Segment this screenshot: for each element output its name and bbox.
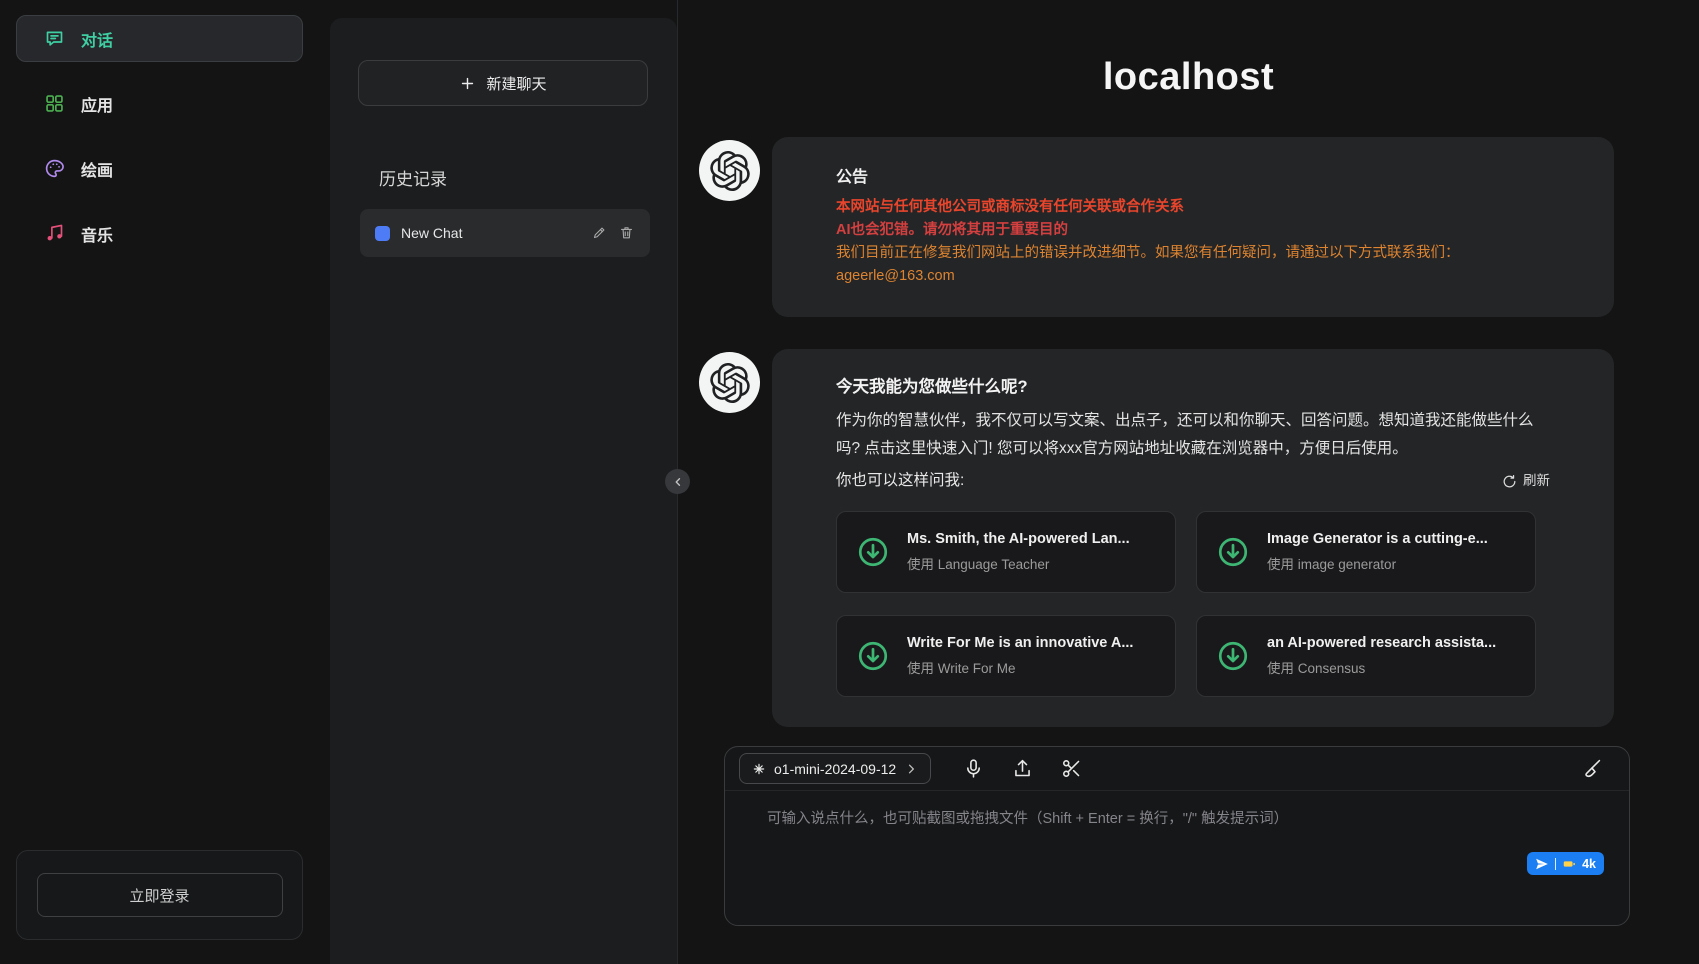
- clear-context-button[interactable]: [1579, 757, 1603, 781]
- model-name: o1-mini-2024-09-12: [774, 761, 896, 777]
- composer-toolbar: o1-mini-2024-09-12: [725, 747, 1629, 791]
- suggestion-subtitle: 使用 Consensus: [1267, 657, 1496, 677]
- new-chat-button[interactable]: 新建聊天: [358, 60, 648, 106]
- sidebar: 对话 应用 绘画 音乐 立即登录: [0, 0, 330, 964]
- suggestion-title: Image Generator is a cutting-e...: [1267, 531, 1488, 547]
- app-window: 对话 应用 绘画 音乐 立即登录: [0, 0, 1699, 964]
- scissors-icon: [1061, 758, 1082, 779]
- sparkle-icon: [752, 762, 766, 776]
- suggestion-title: Write For Me is an innovative A...: [907, 635, 1133, 651]
- microphone-button[interactable]: [961, 757, 985, 781]
- announcement-line-2: AI也会犯错。请勿将其用于重要目的: [836, 219, 1550, 242]
- suggestion-title: an AI-powered research assista...: [1267, 635, 1496, 651]
- sidebar-item-label: 绘画: [81, 157, 113, 181]
- suggestion-grid: Ms. Smith, the AI-powered Lan... 使用 Lang…: [836, 511, 1550, 697]
- music-note-icon: [43, 223, 65, 245]
- broom-icon: [1581, 758, 1602, 779]
- circle-arrow-down-icon: [855, 638, 891, 674]
- sidebar-item-apps[interactable]: 应用: [16, 80, 303, 127]
- chevron-left-icon: [671, 475, 685, 489]
- scissors-button[interactable]: [1059, 757, 1083, 781]
- announcement-message: 公告 本网站与任何其他公司或商标没有任何关联或合作关系 AI也会犯错。请勿将其用…: [772, 137, 1614, 317]
- model-selector[interactable]: o1-mini-2024-09-12: [739, 753, 931, 784]
- suggestion-title: Ms. Smith, the AI-powered Lan...: [907, 531, 1130, 547]
- login-button[interactable]: 立即登录: [37, 873, 283, 917]
- announcement-line-1: 本网站与任何其他公司或商标没有任何关联或合作关系: [836, 196, 1550, 219]
- chat-bubble-icon: [43, 28, 65, 50]
- circle-arrow-down-icon: [1215, 638, 1251, 674]
- edit-icon[interactable]: [592, 225, 608, 241]
- chat-avatar-icon: [375, 226, 390, 241]
- page-title: localhost: [678, 56, 1699, 99]
- circle-arrow-down-icon: [1215, 534, 1251, 570]
- chat-list-panel: 新建聊天 历史记录 New Chat: [330, 18, 677, 964]
- suggestion-card[interactable]: Ms. Smith, the AI-powered Lan... 使用 Lang…: [836, 511, 1176, 593]
- suggestion-subtitle: 使用 Write For Me: [907, 657, 1133, 677]
- refresh-icon: [1502, 474, 1517, 489]
- send-button[interactable]: 4k: [1527, 852, 1604, 875]
- plus-icon: [459, 75, 476, 92]
- suggestion-subtitle: 使用 image generator: [1267, 553, 1488, 573]
- refresh-label: 刷新: [1523, 467, 1550, 495]
- upload-button[interactable]: [1010, 757, 1034, 781]
- circle-arrow-down-icon: [855, 534, 891, 570]
- delete-icon[interactable]: [619, 225, 635, 241]
- sidebar-item-label: 应用: [81, 92, 113, 116]
- chevron-right-icon: [904, 762, 918, 776]
- microphone-icon: [963, 758, 984, 779]
- send-plane-icon: [1535, 857, 1549, 871]
- suggestion-subtitle: 使用 Language Teacher: [907, 553, 1130, 573]
- suggestion-card[interactable]: Image Generator is a cutting-e... 使用 ima…: [1196, 511, 1536, 593]
- welcome-body: 作为你的智慧伙伴，我不仅可以写文案、出点子，还可以和你聊天、回答问题。想知道我还…: [836, 407, 1550, 463]
- openai-logo-icon: [710, 151, 750, 191]
- badge-divider: [1555, 858, 1556, 870]
- upload-icon: [1012, 758, 1033, 779]
- main-area: localhost 公告 本网站与任何其他公司或商标没有任何关联或合作关系 AI…: [678, 0, 1699, 964]
- prompt-row: 你也可以这样问我: 刷新: [836, 467, 1550, 495]
- chat-list-item[interactable]: New Chat: [360, 209, 650, 257]
- sidebar-item-paint[interactable]: 绘画: [16, 145, 303, 192]
- sidebar-item-label: 音乐: [81, 222, 113, 246]
- message-input[interactable]: [725, 791, 1629, 883]
- assistant-avatar: [699, 352, 760, 413]
- contact-email-link[interactable]: ageerle@163.com: [836, 265, 1550, 288]
- prompt-label: 你也可以这样问我:: [836, 467, 964, 495]
- token-count: 4k: [1582, 857, 1596, 871]
- chat-title: New Chat: [401, 225, 581, 241]
- apps-grid-icon: [43, 93, 65, 115]
- suggestion-card[interactable]: an AI-powered research assista... 使用 Con…: [1196, 615, 1536, 697]
- history-title: 历史记录: [379, 165, 447, 190]
- sidebar-item-chat[interactable]: 对话: [16, 15, 303, 62]
- collapse-sidebar-button[interactable]: [665, 469, 690, 494]
- welcome-message: 今天我能为您做些什么呢? 作为你的智慧伙伴，我不仅可以写文案、出点子，还可以和你…: [772, 349, 1614, 727]
- palette-icon: [43, 158, 65, 180]
- assistant-avatar: [699, 140, 760, 201]
- login-panel: 立即登录: [16, 850, 303, 940]
- sidebar-nav: 对话 应用 绘画 音乐: [16, 15, 303, 257]
- sidebar-item-music[interactable]: 音乐: [16, 210, 303, 257]
- openai-logo-icon: [710, 363, 750, 403]
- battery-icon: [1562, 857, 1576, 871]
- announcement-heading: 公告: [836, 163, 1550, 187]
- suggestion-card[interactable]: Write For Me is an innovative A... 使用 Wr…: [836, 615, 1176, 697]
- refresh-suggestions-button[interactable]: 刷新: [1502, 467, 1550, 495]
- sidebar-item-label: 对话: [81, 27, 113, 51]
- composer: o1-mini-2024-09-12: [724, 746, 1630, 926]
- announcement-line-3: 我们目前正在修复我们网站上的错误并改进细节。如果您有任何疑问，请通过以下方式联系…: [836, 242, 1550, 265]
- welcome-heading: 今天我能为您做些什么呢?: [836, 373, 1550, 397]
- new-chat-label: 新建聊天: [486, 73, 546, 94]
